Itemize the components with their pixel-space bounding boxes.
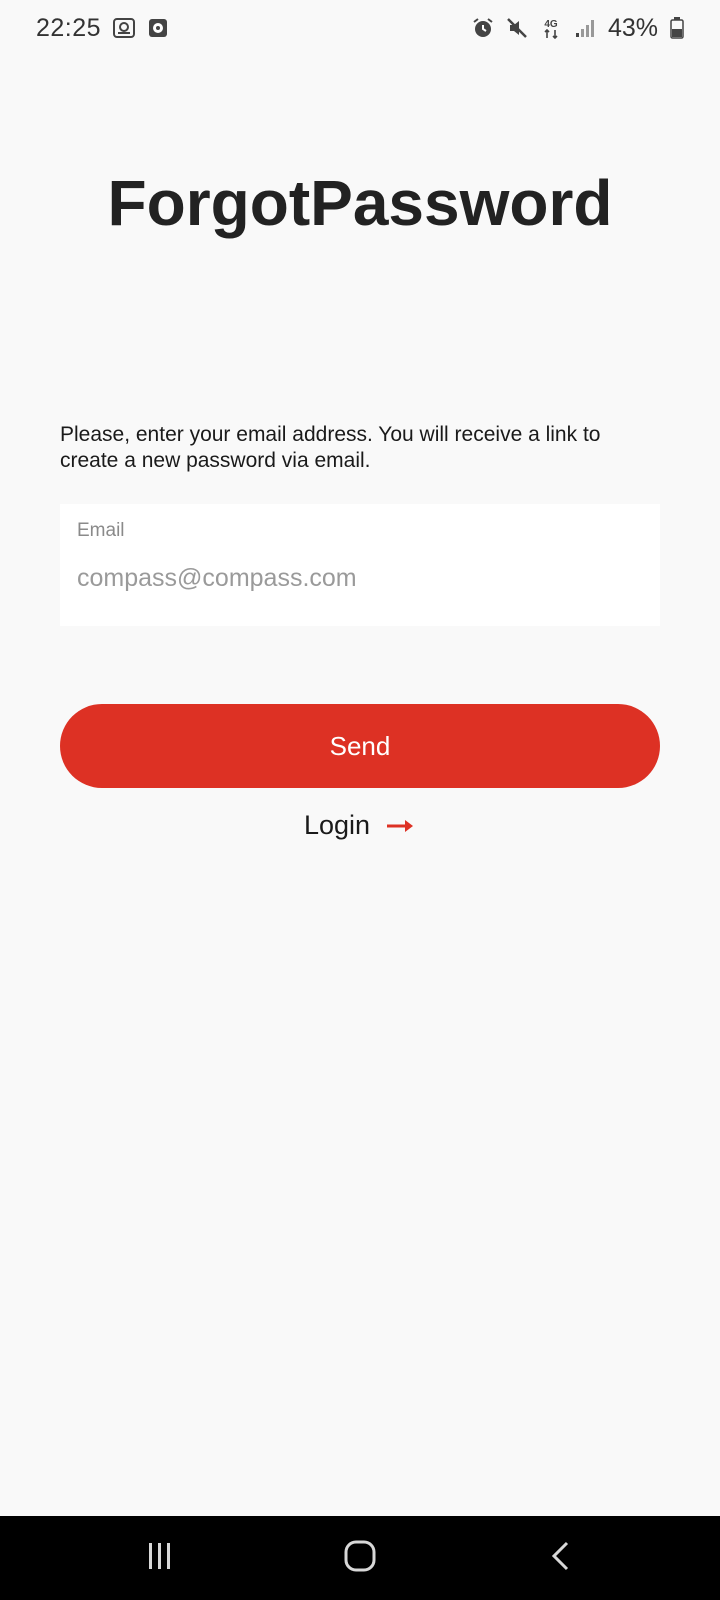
network-4g-icon: 4G	[540, 17, 562, 39]
email-label: Email	[77, 520, 125, 541]
network-type-text: 4G	[544, 19, 558, 30]
mute-icon	[506, 17, 528, 39]
send-button[interactable]: Send	[60, 704, 660, 788]
email-input[interactable]	[77, 564, 643, 593]
status-left: 22:25	[36, 14, 169, 43]
status-time: 22:25	[36, 13, 102, 42]
back-icon	[549, 1540, 571, 1577]
status-bar: 22:25 4G 43%	[0, 0, 720, 56]
arrow-right-icon	[386, 818, 416, 834]
login-link[interactable]: Login	[0, 810, 720, 841]
media-icon	[147, 17, 169, 39]
signal-icon	[574, 17, 596, 39]
navigation-bar	[0, 1516, 720, 1600]
status-right: 4G 43%	[472, 14, 684, 43]
email-field[interactable]: Email	[60, 504, 660, 626]
login-label: Login	[303, 810, 371, 840]
home-button[interactable]	[320, 1528, 400, 1588]
back-button[interactable]	[520, 1528, 600, 1588]
recent-apps-icon	[145, 1541, 175, 1576]
page-title: ForgotPassword	[107, 167, 613, 239]
voicemail-icon	[113, 17, 136, 39]
battery-icon	[670, 17, 684, 39]
alarm-icon	[472, 17, 494, 39]
recent-apps-button[interactable]	[120, 1528, 200, 1588]
battery-percentage: 43%	[607, 13, 658, 42]
instructions-text: Please, enter your email address. You wi…	[60, 423, 601, 472]
home-icon	[344, 1540, 376, 1577]
